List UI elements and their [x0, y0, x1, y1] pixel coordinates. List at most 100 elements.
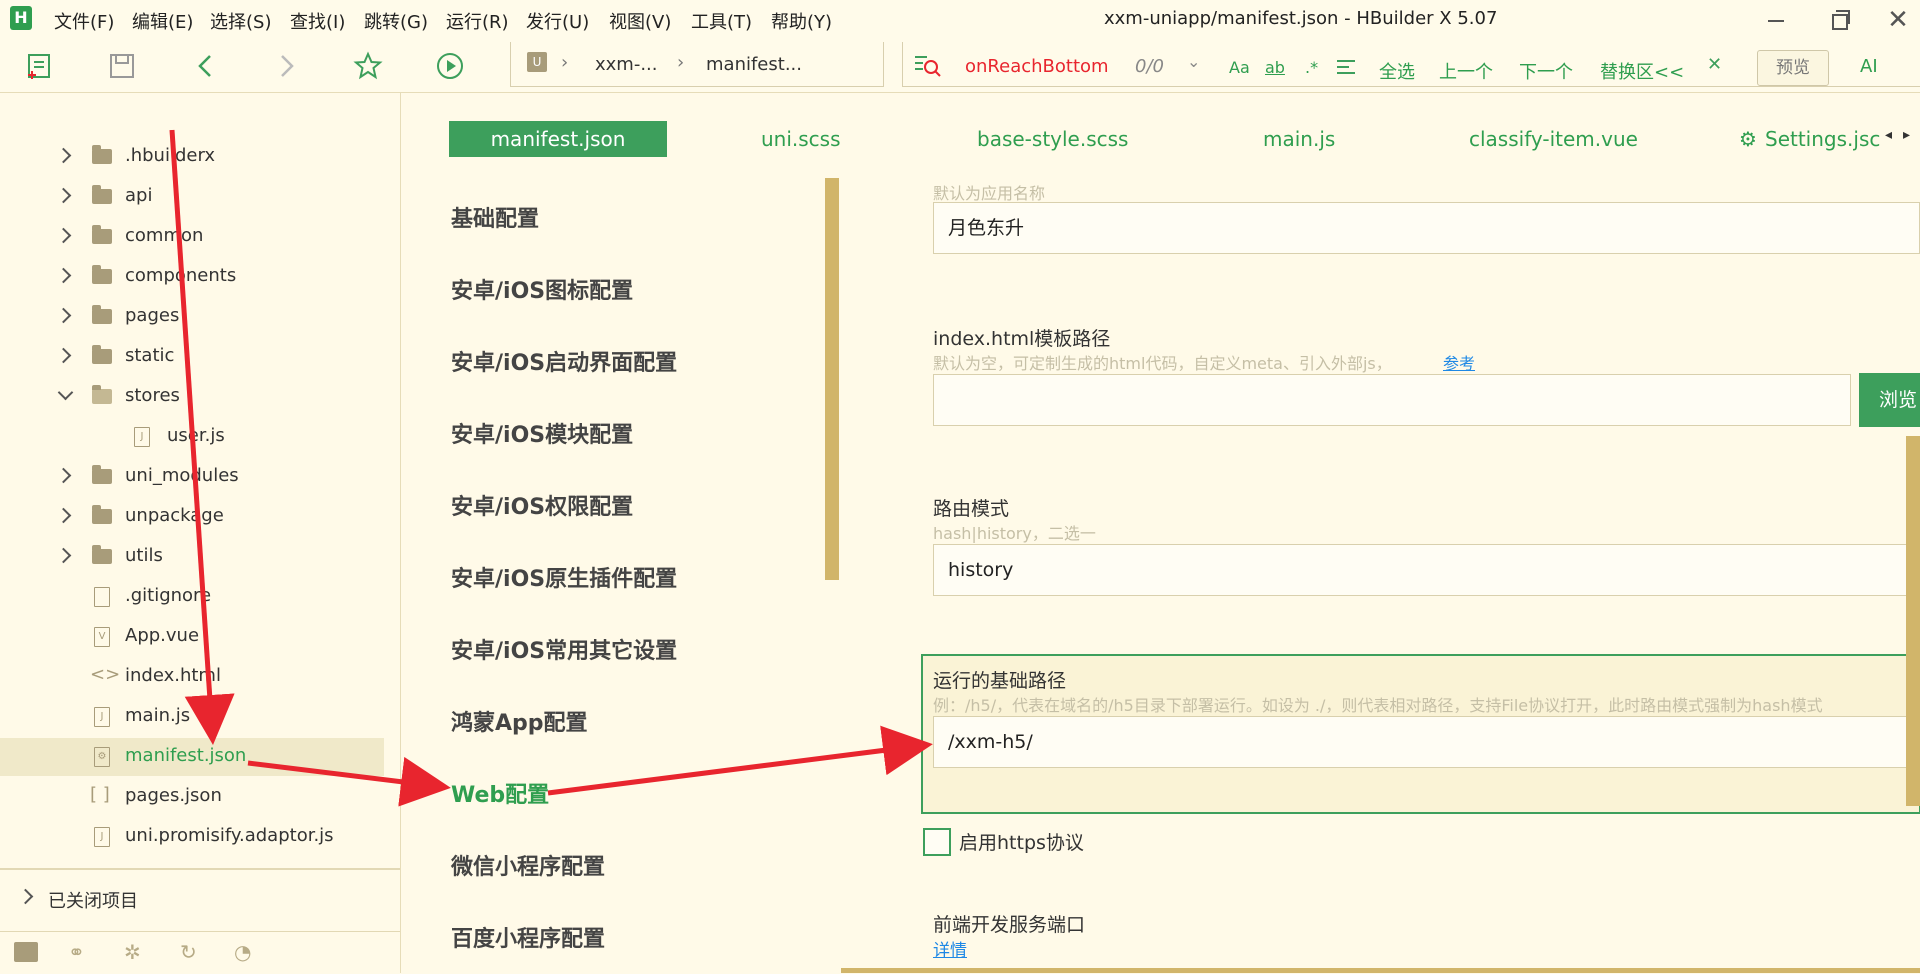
tree-item-common[interactable]: common — [0, 218, 384, 256]
menu-find[interactable]: 查找(I) — [290, 8, 345, 34]
forward-icon[interactable] — [270, 50, 302, 82]
project-explorer: .hbuilderx api common components pages s… — [0, 93, 401, 973]
tree-item-label: api — [125, 185, 153, 206]
nav-baidu-config[interactable]: 百度小程序配置 — [451, 921, 605, 953]
back-icon[interactable] — [190, 50, 222, 82]
ai-button[interactable]: AI — [1860, 56, 1878, 77]
refresh-icon[interactable]: ↻ — [180, 940, 197, 964]
preview-button[interactable]: 预览 — [1757, 50, 1829, 86]
nav-splash-config[interactable]: 安卓/iOS启动界面配置 — [451, 345, 677, 377]
tree-item-stores[interactable]: stores — [0, 378, 384, 416]
nav-web-config[interactable]: Web配置 — [451, 777, 549, 809]
tree-item-user-js[interactable]: Juser.js — [0, 418, 384, 456]
nav-scrollbar[interactable] — [825, 178, 839, 580]
menu-edit[interactable]: 编辑(E) — [132, 8, 193, 34]
menu-view[interactable]: 视图(V) — [609, 8, 671, 34]
template-reference-link[interactable]: 参考 — [1443, 350, 1475, 374]
form-scrollbar[interactable] — [1906, 436, 1920, 806]
breadcrumb-project[interactable]: xxm-... — [595, 54, 658, 75]
tree-item-unpackage[interactable]: unpackage — [0, 498, 384, 536]
star-icon[interactable] — [352, 50, 384, 82]
tree-item-index-html[interactable]: <> index.html — [0, 658, 384, 696]
breadcrumb-file[interactable]: manifest... — [706, 54, 802, 75]
folder-icon — [92, 225, 112, 244]
find-in-selection-icon[interactable] — [1337, 58, 1355, 74]
closed-projects-row[interactable]: 已关闭项目 — [0, 881, 400, 915]
find-next-button[interactable]: 下一个 — [1519, 58, 1573, 84]
template-hint: 默认为空，可定制生成的html代码，自定义meta、引入外部js， — [933, 354, 1392, 373]
tree-item-gitignore[interactable]: .gitignore — [0, 578, 384, 616]
dev-port-details-link[interactable]: 详情 — [933, 936, 967, 961]
nav-app-icon-config[interactable]: 安卓/iOS图标配置 — [451, 273, 633, 305]
tree-item-label: index.html — [125, 665, 221, 686]
tree-item-api[interactable]: api — [0, 178, 384, 216]
replace-toggle-button[interactable]: 替换区<< — [1600, 58, 1684, 84]
tree-item-hbuilderx[interactable]: .hbuilderx — [0, 138, 384, 176]
tree-item-static[interactable]: static — [0, 338, 384, 376]
tab-uni-scss[interactable]: uni.scss — [761, 121, 841, 157]
menu-select[interactable]: 选择(S) — [210, 8, 271, 34]
browse-button[interactable]: 浏览 — [1859, 373, 1920, 427]
bug-icon[interactable]: ✲ — [124, 940, 141, 964]
tab-scroll-left-icon[interactable]: ◂ — [1885, 127, 1892, 143]
nav-basic-config[interactable]: 基础配置 — [451, 201, 539, 233]
tree-item-manifest-json[interactable]: ⚙ manifest.json — [0, 738, 384, 776]
menu-publish[interactable]: 发行(U) — [526, 8, 589, 34]
nav-module-config[interactable]: 安卓/iOS模块配置 — [451, 417, 633, 449]
menu-goto[interactable]: 跳转(G) — [364, 8, 428, 34]
menu-help[interactable]: 帮助(Y) — [771, 8, 832, 34]
page-title-input[interactable]: 月色东升 — [933, 202, 1920, 254]
tree-item-label: pages — [125, 305, 180, 326]
match-case-toggle[interactable]: Aa — [1229, 58, 1250, 77]
tab-main-js[interactable]: main.js — [1263, 121, 1335, 157]
palette-icon[interactable]: ◔ — [234, 940, 251, 964]
horizontal-scrollbar[interactable] — [841, 968, 1920, 973]
tree-item-components[interactable]: components — [0, 258, 384, 296]
tree-item-utils[interactable]: utils — [0, 538, 384, 576]
minimize-button[interactable] — [1756, 4, 1796, 36]
find-list-icon[interactable] — [913, 52, 941, 82]
tree-item-main-js[interactable]: Jmain.js — [0, 698, 384, 736]
binoculars-icon[interactable]: ⚭ — [68, 940, 85, 964]
template-path-input[interactable] — [933, 374, 1851, 426]
tree-item-uni-modules[interactable]: uni_modules — [0, 458, 384, 496]
find-prev-button[interactable]: 上一个 — [1439, 58, 1493, 84]
nav-weixin-config[interactable]: 微信小程序配置 — [451, 849, 605, 881]
tab-settings-json[interactable]: Settings.jsc — [1765, 121, 1881, 157]
close-find-icon[interactable]: ✕ — [1707, 54, 1722, 75]
nav-harmony-config[interactable]: 鸿蒙App配置 — [451, 705, 588, 737]
save-icon[interactable] — [106, 50, 138, 82]
menu-run[interactable]: 运行(R) — [446, 8, 509, 34]
menu-tools[interactable]: 工具(T) — [691, 8, 752, 34]
tree-item-pages-json[interactable]: [ ] pages.json — [0, 778, 384, 816]
restore-button[interactable] — [1818, 4, 1858, 36]
nav-permission-config[interactable]: 安卓/iOS权限配置 — [451, 489, 633, 521]
select-all-button[interactable]: 全选 — [1379, 58, 1415, 84]
tree-item-app-vue[interactable]: V App.vue — [0, 618, 384, 656]
tree-item-uni-promisify[interactable]: Juni.promisify.adaptor.js — [0, 818, 384, 856]
menu-file[interactable]: 文件(F) — [54, 8, 114, 34]
tab-classify-item-vue[interactable]: classify-item.vue — [1469, 121, 1638, 157]
nav-other-settings[interactable]: 安卓/iOS常用其它设置 — [451, 633, 677, 665]
tab-scroll-right-icon[interactable]: ▸ — [1903, 127, 1910, 143]
tab-base-style-scss[interactable]: base-style.scss — [977, 121, 1128, 157]
tree-item-pages[interactable]: pages — [0, 298, 384, 336]
json-file-icon: ⚙ — [94, 747, 110, 767]
regex-toggle[interactable]: .* — [1305, 58, 1318, 77]
nav-native-plugin-config[interactable]: 安卓/iOS原生插件配置 — [451, 561, 677, 593]
chevron-right-icon — [55, 267, 72, 284]
find-input[interactable]: onReachBottom — [965, 56, 1109, 77]
tree-item-label: .gitignore — [125, 585, 212, 606]
find-dropdown-icon[interactable]: ⌄ — [1187, 52, 1200, 71]
https-checkbox[interactable] — [923, 828, 951, 856]
whole-word-toggle[interactable]: ab — [1265, 58, 1285, 77]
close-window-icon[interactable]: ✕ — [1878, 4, 1918, 36]
base-path-input[interactable]: /xxm-h5/ — [933, 716, 1920, 768]
run-icon[interactable] — [434, 50, 466, 82]
tab-manifest-json[interactable]: manifest.json — [449, 121, 667, 157]
new-file-icon[interactable] — [24, 50, 56, 82]
router-mode-input[interactable]: history — [933, 544, 1920, 596]
chevron-right-icon — [17, 888, 34, 905]
tree-item-label: stores — [125, 385, 180, 406]
project-manager-icon[interactable] — [14, 942, 38, 962]
